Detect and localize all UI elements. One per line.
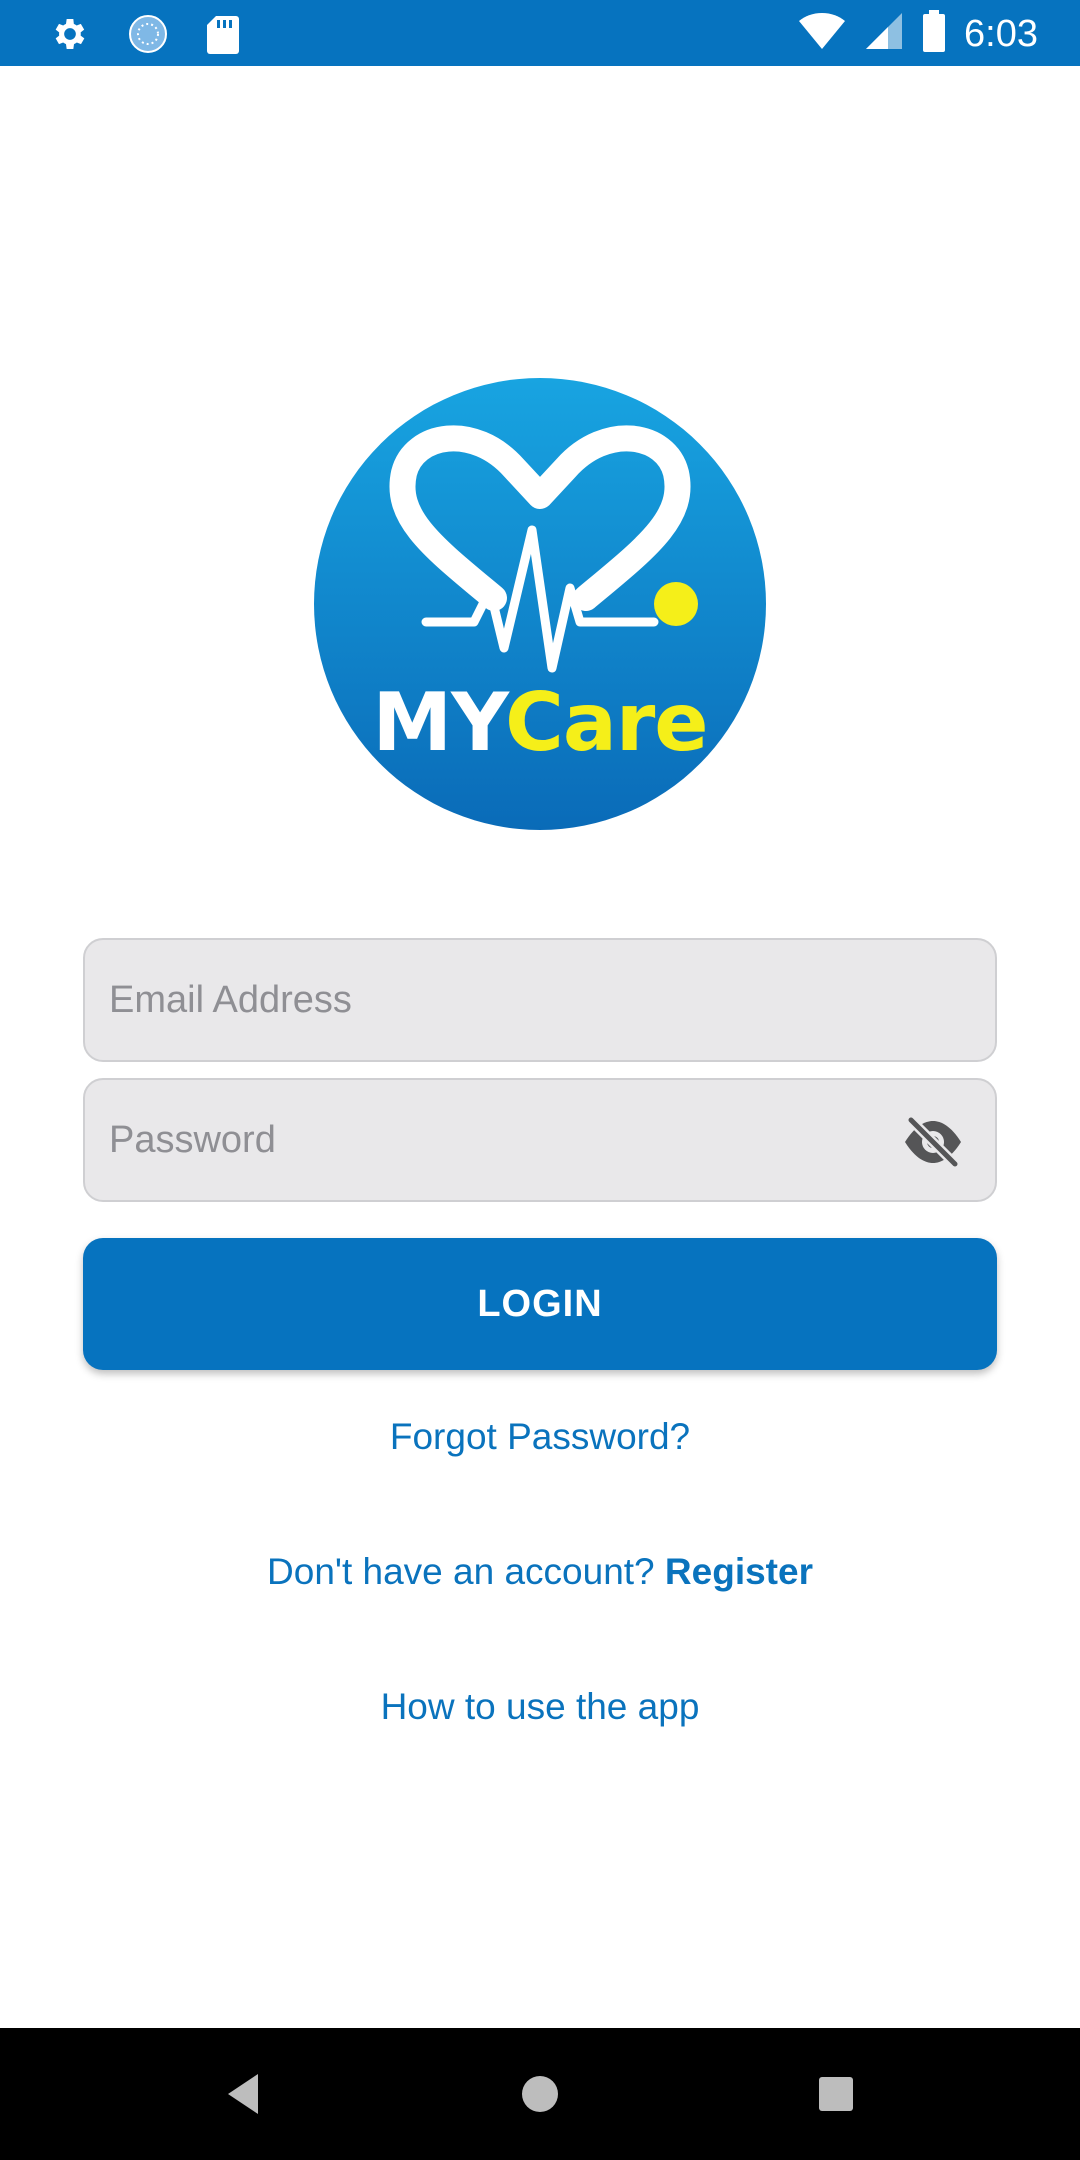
no-account-text: Don't have an account? — [267, 1551, 665, 1592]
recents-icon[interactable] — [808, 2066, 864, 2122]
logo-wordmark: MYCare — [314, 678, 766, 768]
system-nav-bar — [0, 2028, 1080, 2160]
password-input[interactable] — [107, 1080, 887, 1200]
spinner-icon — [128, 14, 168, 59]
cell-signal-icon — [864, 11, 904, 56]
logo-my: MY — [372, 676, 506, 769]
mycare-logo: MYCare — [314, 378, 766, 830]
gear-icon — [50, 14, 90, 59]
how-to-use-link[interactable]: How to use the app — [0, 1686, 1080, 1728]
forgot-password-link[interactable]: Forgot Password? — [0, 1416, 1080, 1458]
status-time: 6:03 — [964, 12, 1038, 55]
logo-care: Care — [505, 676, 708, 769]
login-button[interactable]: LOGIN — [83, 1238, 997, 1370]
status-bar: 6:03 — [0, 0, 1080, 66]
sd-card-icon — [206, 14, 240, 59]
register-row: Don't have an account? Register — [0, 1551, 1080, 1593]
eye-off-icon[interactable] — [901, 1115, 965, 1169]
back-icon[interactable] — [216, 2066, 272, 2122]
email-field-container — [83, 938, 997, 1062]
status-right-icons: 6:03 — [798, 10, 1038, 57]
email-input[interactable] — [107, 940, 887, 1060]
password-field-container — [83, 1078, 997, 1202]
wifi-icon — [798, 11, 846, 56]
register-link[interactable]: Register — [665, 1551, 813, 1592]
home-icon[interactable] — [512, 2066, 568, 2122]
status-left-icons — [50, 14, 240, 59]
battery-icon — [922, 10, 946, 57]
